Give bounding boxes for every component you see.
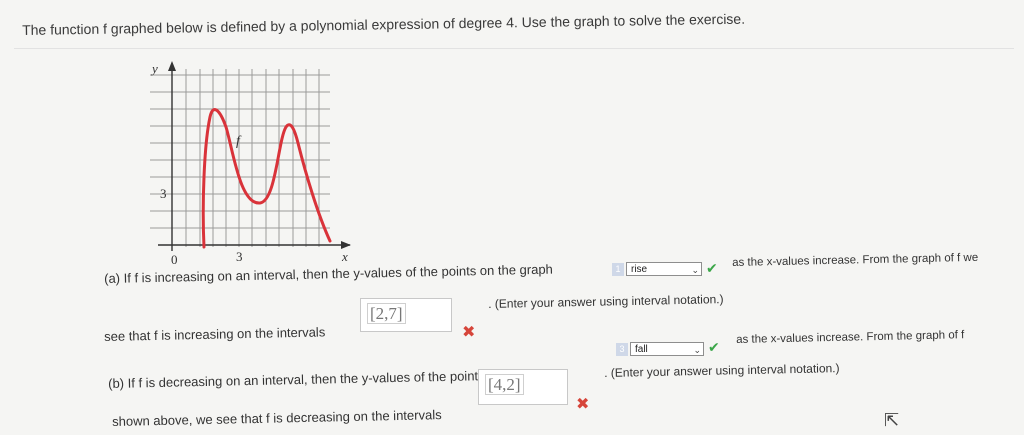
x-axis-label: x xyxy=(341,249,348,264)
mouse-cursor-icon: ⇱ xyxy=(884,410,900,430)
part-b-select-value: fall xyxy=(635,344,648,355)
part-b-hint: . (Enter your answer using interval nota… xyxy=(604,361,840,380)
divider xyxy=(14,48,1014,49)
part-a-rise-fall-select[interactable]: rise ⌄ xyxy=(626,262,702,276)
part-a-line2-prefix: see that f is increasing on the interval… xyxy=(104,324,326,344)
correct-check-icon: ✔ xyxy=(706,260,718,276)
correct-check-icon: ✔ xyxy=(708,339,720,355)
curve-label: f xyxy=(236,134,242,149)
part-a-select-index: 1 xyxy=(612,263,624,276)
part-a-select-value: rise xyxy=(631,264,648,275)
chevron-down-icon: ⌄ xyxy=(693,345,701,355)
incorrect-x-icon: ✖ xyxy=(576,396,590,413)
part-a-line1-prefix: (a) If f is increasing on an interval, t… xyxy=(104,261,553,286)
part-a-line1-suffix: as the x-values increase. From the graph… xyxy=(732,251,979,269)
part-b-line2-prefix: shown above, we see that f is decreasing… xyxy=(112,407,442,429)
part-b-select-index: 3 xyxy=(616,343,628,356)
y-tick-label-3: 3 xyxy=(160,186,167,201)
part-b-rise-fall-select[interactable]: fall ⌄ xyxy=(630,342,704,356)
polynomial-graph: y x f 0 3 3 xyxy=(150,61,351,265)
curve-f xyxy=(201,108,332,249)
y-axis-label: y xyxy=(150,61,158,76)
part-a-hint: . (Enter your answer using interval nota… xyxy=(488,292,724,311)
incorrect-x-icon: ✖ xyxy=(462,324,476,341)
x-axis-arrow xyxy=(341,241,351,249)
part-a-answer-value: [2,7] xyxy=(367,303,406,324)
chevron-down-icon: ⌄ xyxy=(691,265,699,275)
x-tick-label-3: 3 xyxy=(236,249,243,264)
origin-tick-label: 0 xyxy=(171,252,178,265)
y-axis-arrow xyxy=(168,61,176,71)
part-b-answer-input[interactable]: [4,2] xyxy=(478,369,568,405)
part-a-answer-input[interactable]: [2,7] xyxy=(360,298,452,332)
exercise-prompt: The function f graphed below is defined … xyxy=(22,10,746,38)
part-b-answer-value: [4,2] xyxy=(485,374,524,395)
part-b-line1-suffix: as the x-values increase. From the graph… xyxy=(736,329,965,346)
page: The function f graphed below is defined … xyxy=(0,0,1024,435)
